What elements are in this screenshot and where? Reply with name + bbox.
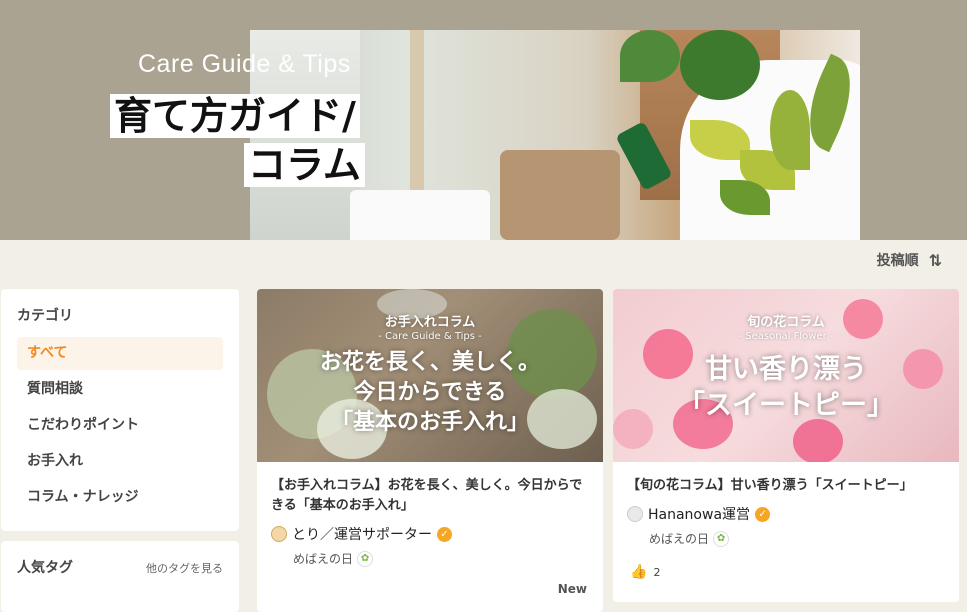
category-item-care[interactable]: お手入れ [17, 445, 223, 478]
popular-tags-panel: 人気タグ 他のタグを見る [1, 541, 239, 612]
sort-button[interactable]: 投稿順 ⇅ [877, 250, 942, 270]
avatar[interactable] [271, 526, 287, 542]
thumbnail-category: お手入れコラム [384, 315, 476, 330]
avatar[interactable] [627, 506, 643, 522]
hero-subtitle: Care Guide & Tips [138, 50, 351, 78]
category-item-points[interactable]: こだわりポイント [17, 409, 223, 442]
page-title-line2: コラム [244, 143, 365, 187]
article-card[interactable]: 旬の花コラム - Seasonal Flower - 甘い香り漂う 「スイートピ… [613, 289, 959, 602]
article-title[interactable]: 【お手入れコラム】お花を長く、美しく。今日からできる「基本のお手入れ」 [271, 476, 589, 516]
thumbnail-headline: お花を長く、美しく。 今日からできる 「基本のお手入れ」 [319, 350, 540, 435]
like-count: 2 [653, 565, 661, 579]
sprout-icon: ✿ [357, 550, 374, 567]
article-thumbnail[interactable]: 旬の花コラム - Seasonal Flower - 甘い香り漂う 「スイートピ… [613, 289, 959, 462]
popular-tags-title: 人気タグ [17, 560, 73, 576]
new-badge: New [557, 582, 587, 596]
category-item-all[interactable]: すべて [17, 337, 223, 370]
article-thumbnail[interactable]: お手入れコラム - Care Guide & Tips - お花を長く、美しく。… [257, 289, 603, 462]
sort-arrows-icon: ⇅ [928, 250, 942, 270]
thumbnail-headline: 甘い香り漂う 「スイートピー」 [678, 354, 894, 421]
thumbnail-subtitle: - Care Guide & Tips - [378, 331, 482, 342]
category-item-column[interactable]: コラム・ナレッジ [17, 481, 223, 514]
sprout-icon: ✿ [713, 530, 730, 547]
category-panel: カテゴリ すべて 質問相談 こだわりポイント お手入れ コラム・ナレッジ [1, 289, 239, 531]
thumbnail-subtitle: - Seasonal Flower - [738, 331, 834, 342]
hero-banner: Care Guide & Tips 育て方ガイド/ コラム [0, 0, 967, 240]
sort-label: 投稿順 [876, 253, 919, 269]
author-name[interactable]: とり／運営サポーター [292, 524, 432, 544]
thumbnail-category: 旬の花コラム [747, 315, 825, 330]
user-level: めばえの日 [649, 532, 710, 546]
category-item-questions[interactable]: 質問相談 [17, 373, 223, 406]
article-title[interactable]: 【旬の花コラム】甘い香り漂う「スイートピー」 [627, 476, 945, 496]
see-other-tags-link[interactable]: 他のタグを見る [146, 557, 223, 596]
verified-badge-icon: ✓ [437, 526, 452, 542]
author-name[interactable]: Hananowa運営 [648, 504, 750, 524]
verified-badge-icon: ✓ [755, 506, 771, 522]
user-level: めばえの日 [293, 552, 354, 566]
like-button[interactable]: 👍 2 [630, 564, 660, 580]
page-title: 育て方ガイド/ [110, 94, 360, 138]
article-card[interactable]: お手入れコラム - Care Guide & Tips - お花を長く、美しく。… [257, 289, 603, 612]
category-title: カテゴリ [17, 308, 73, 324]
thumbs-up-icon: 👍 [630, 564, 648, 580]
